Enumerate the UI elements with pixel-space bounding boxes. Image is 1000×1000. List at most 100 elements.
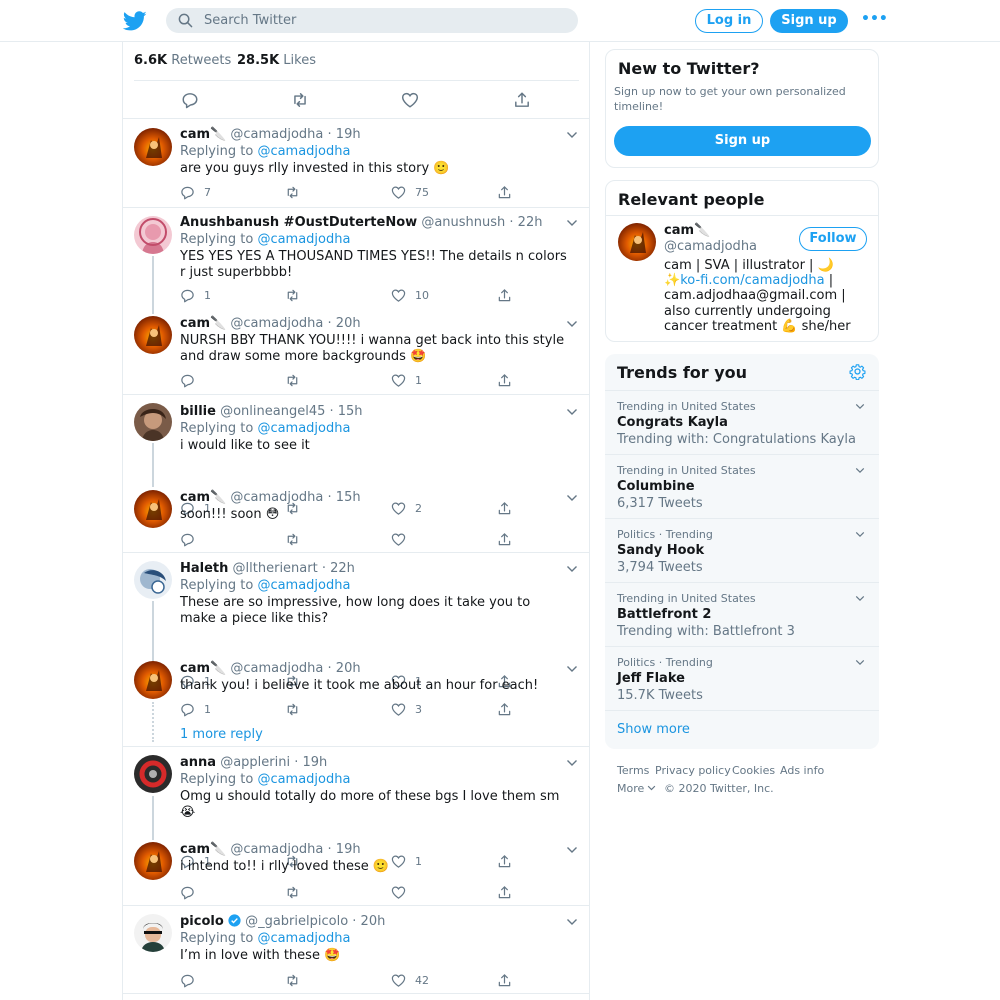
footer-more-link[interactable]: More [617, 782, 656, 795]
trend-item[interactable]: Politics · Trending Sandy Hook 3,794 Twe… [605, 518, 879, 582]
tweet-time[interactable]: · 22h [322, 561, 355, 576]
twitter-logo-icon[interactable] [123, 9, 147, 33]
author-handle[interactable]: @anushnush [421, 215, 505, 230]
retweet-action[interactable] [285, 972, 309, 988]
tweet-time[interactable]: · 19h [294, 755, 327, 770]
avatar[interactable] [134, 842, 172, 880]
author-handle[interactable]: @applerini [220, 755, 290, 770]
reply-action[interactable]: 1 [180, 287, 211, 303]
trend-item[interactable]: Trending in United States Columbine 6,31… [605, 454, 879, 518]
author-handle[interactable]: @onlineangel45 [220, 404, 325, 419]
footer-privacy-link[interactable]: Privacy policy [655, 764, 731, 777]
reply-icon[interactable] [181, 91, 199, 109]
chevron-down-icon[interactable] [566, 759, 578, 767]
share-action[interactable] [497, 884, 512, 900]
search-input[interactable] [204, 8, 564, 33]
avatar[interactable] [134, 490, 172, 528]
retweet-action[interactable] [285, 184, 309, 200]
sidebar-signup-button[interactable]: Sign up [614, 126, 871, 156]
bio-link[interactable]: ko-fi.com/camadjodha [680, 273, 824, 288]
replying-to-link[interactable]: @camadjodha [257, 232, 350, 247]
signup-button[interactable]: Sign up [770, 9, 848, 33]
reply-action[interactable] [180, 884, 204, 900]
avatar[interactable] [134, 561, 172, 599]
reply-tweet[interactable]: billie @onlineangel45 · 15h Replying to … [123, 395, 589, 482]
author-name[interactable]: cam🔪 [180, 490, 226, 505]
reply-tweet[interactable]: Anushbanush #OustDuterteNow @anushnush ·… [123, 208, 589, 308]
reply-tweet[interactable]: cam🔪 @camadjodha · 20h thank you! i beli… [123, 653, 589, 747]
retweet-action[interactable] [285, 531, 309, 547]
reply-tweet[interactable]: anna @applerini · 19h Replying to @camad… [123, 747, 589, 834]
avatar[interactable] [134, 316, 172, 354]
chevron-down-icon[interactable] [855, 403, 865, 410]
chevron-down-icon[interactable] [566, 494, 578, 502]
chevron-down-icon[interactable] [855, 467, 865, 474]
author-name[interactable]: cam🔪 [180, 842, 226, 857]
author-name[interactable]: billie [180, 404, 216, 419]
author-name[interactable]: cam🔪 [180, 316, 226, 331]
reply-action[interactable]: 1 [180, 701, 211, 717]
chevron-down-icon[interactable] [566, 665, 578, 673]
tweet-time[interactable]: · 20h [352, 914, 385, 929]
reply-action[interactable] [180, 972, 204, 988]
trend-item[interactable]: Trending in United States Congrats Kayla… [605, 390, 879, 454]
likes-stat[interactable]: 28.5K Likes [237, 53, 316, 68]
tweet-time[interactable]: · 20h [328, 661, 361, 676]
gear-icon[interactable] [849, 363, 866, 380]
show-more-trends[interactable]: Show more [605, 710, 879, 749]
author-name[interactable]: cam🔪 [180, 661, 226, 676]
avatar[interactable] [134, 216, 172, 254]
trend-item[interactable]: Politics · Trending Jeff Flake 15.7K Twe… [605, 646, 879, 710]
reply-action[interactable] [180, 372, 204, 388]
replying-to-link[interactable]: @camadjodha [257, 144, 350, 159]
chevron-down-icon[interactable] [855, 595, 865, 602]
author-name[interactable]: anna [180, 755, 216, 770]
retweet-icon[interactable] [291, 91, 309, 109]
avatar[interactable] [134, 128, 172, 166]
avatar[interactable] [134, 755, 172, 793]
chevron-down-icon[interactable] [566, 131, 578, 139]
share-action[interactable] [497, 701, 512, 717]
more-replies-link[interactable]: 1 more reply [180, 727, 263, 742]
author-name[interactable]: Anushbanush #OustDuterteNow [180, 215, 417, 230]
reply-tweet[interactable]: cam🔪 @camadjodha · 15h soon!!! soon 😳 [123, 482, 589, 553]
chevron-down-icon[interactable] [566, 219, 578, 227]
author-handle[interactable]: @camadjodha [230, 842, 323, 857]
tweet-time[interactable]: · 15h [330, 404, 363, 419]
retweet-action[interactable] [285, 701, 309, 717]
share-action[interactable] [497, 972, 512, 988]
like-action[interactable]: 42 [391, 972, 429, 988]
replying-to-link[interactable]: @camadjodha [257, 931, 350, 946]
like-icon[interactable] [401, 91, 419, 109]
tweet-time[interactable]: · 15h [328, 490, 361, 505]
avatar[interactable] [134, 661, 172, 699]
author-name[interactable]: picolo [180, 914, 224, 929]
author-handle[interactable]: @camadjodha [230, 127, 323, 142]
tweet-time[interactable]: · 19h [328, 127, 361, 142]
retweet-action[interactable] [285, 884, 309, 900]
like-action[interactable]: 75 [391, 184, 429, 200]
author-handle[interactable]: @lltherienart [233, 561, 318, 576]
footer-ads-info-link[interactable]: Ads info [780, 764, 824, 777]
share-action[interactable] [497, 287, 512, 303]
like-action[interactable]: 1 [391, 372, 422, 388]
chevron-down-icon[interactable] [855, 659, 865, 666]
tweet-time[interactable]: · 20h [328, 316, 361, 331]
like-action[interactable] [391, 531, 415, 547]
avatar[interactable] [134, 914, 172, 952]
replying-to-link[interactable]: @camadjodha [257, 578, 350, 593]
login-button[interactable]: Log in [695, 9, 763, 33]
avatar[interactable] [134, 403, 172, 441]
footer-cookies-link[interactable]: Cookies [732, 764, 775, 777]
author-handle[interactable]: @camadjodha [230, 316, 323, 331]
chevron-down-icon[interactable] [855, 531, 865, 538]
replying-to-link[interactable]: @camadjodha [257, 421, 350, 436]
share-action[interactable] [497, 184, 512, 200]
like-action[interactable]: 3 [391, 701, 422, 717]
avatar[interactable] [618, 223, 656, 261]
share-action[interactable] [497, 372, 512, 388]
person-handle[interactable]: @camadjodha [664, 239, 757, 254]
footer-terms-link[interactable]: Terms [617, 764, 649, 777]
reply-tweet[interactable]: picolo @_gabrielpicolo · 20h Replying to… [123, 906, 589, 994]
person-name[interactable]: cam🔪 [664, 223, 710, 238]
